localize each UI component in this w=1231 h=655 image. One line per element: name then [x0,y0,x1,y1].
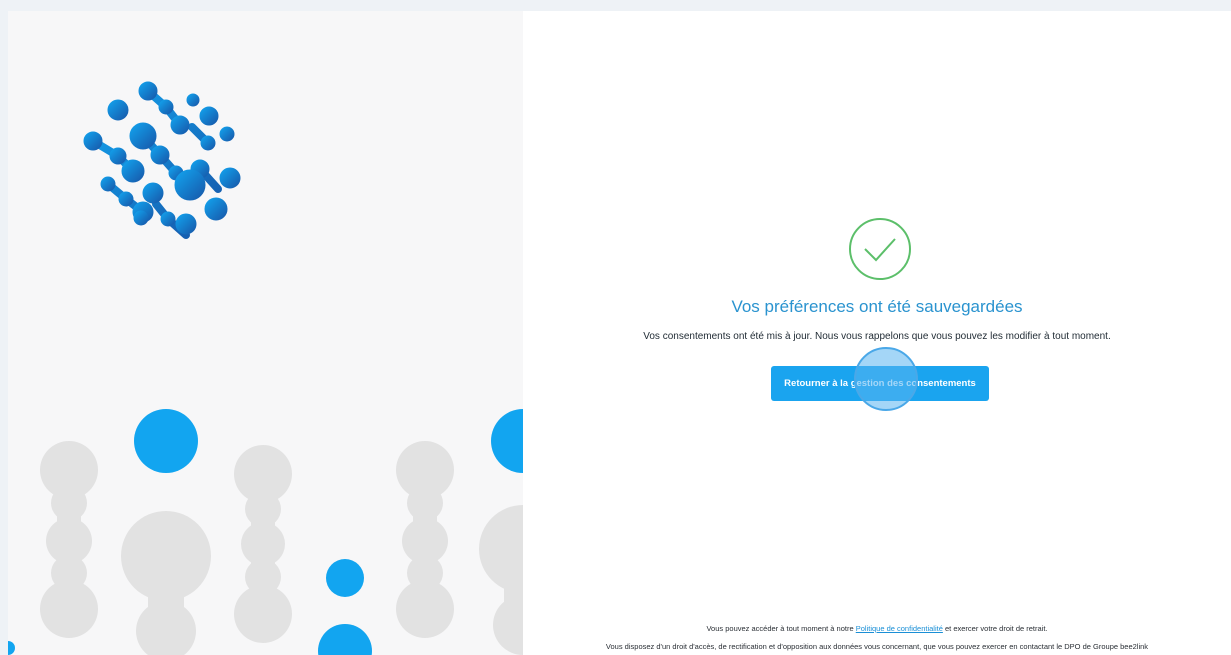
confirmation-panel: Vos préférences ont été sauvegardées Vos… [523,11,1231,655]
browser-viewport: Vos préférences ont été sauvegardées Vos… [8,11,1231,655]
click-indicator [854,347,918,411]
success-check-icon [849,218,911,280]
footer-rights-line: Vous disposez d'un droit d'accès, de rec… [605,642,1149,651]
confirmation-title: Vos préférences ont été sauvegardées [731,297,1023,316]
footer-privacy-line: Vous pouvez accéder à tout moment à notr… [523,624,1231,633]
footer-text-after: et exercer votre droit de retrait. [942,624,1048,633]
brand-logo-icon [8,81,523,655]
decorative-left-panel [8,11,523,655]
footer-text-before: Vous pouvez accéder à tout moment à notr… [706,624,856,633]
privacy-policy-link[interactable]: Politique de confidentialité [856,624,943,633]
decorative-bubbles [40,441,523,655]
confirmation-message: Vos consentements ont été mis à jour. No… [643,331,1111,342]
